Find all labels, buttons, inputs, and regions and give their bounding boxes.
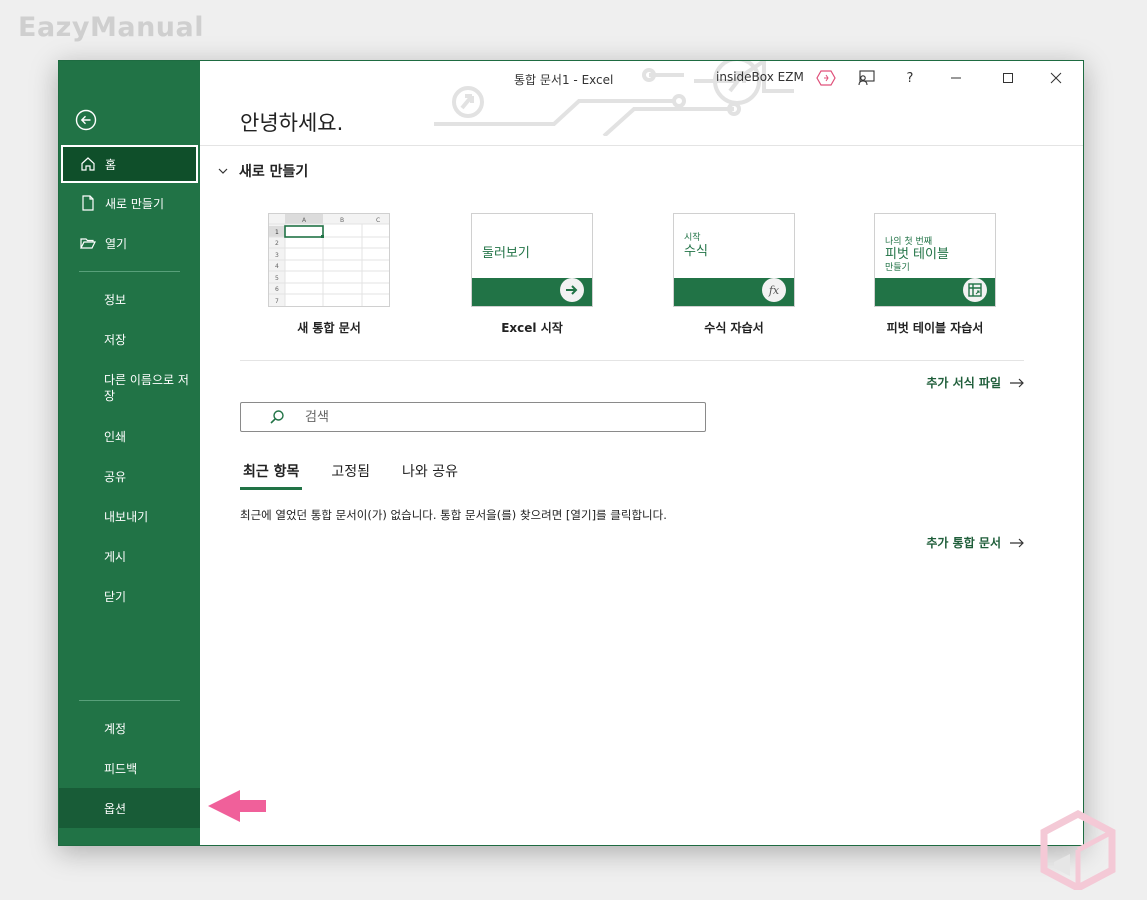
content-divider — [240, 360, 1024, 361]
sidebar-item-new[interactable]: 새로 만들기 — [59, 184, 200, 222]
fx-icon: fx — [762, 278, 786, 302]
template-excel-tour[interactable]: 둘러보기 Excel 시작 — [471, 213, 593, 336]
more-workbooks-label: 추가 통합 문서 — [926, 536, 1001, 550]
sidebar-label: 공유 — [104, 469, 127, 484]
sidebar-label: 홈 — [105, 157, 117, 172]
search-input[interactable] — [303, 408, 705, 426]
svg-text:C: C — [376, 217, 380, 224]
template-pivot-tutorial[interactable]: 나의 첫 번째 피벗 테이블 만들기 피벗 테이블 자습서 — [874, 213, 996, 336]
sidebar-label: 내보내기 — [104, 509, 149, 524]
svg-text:3: 3 — [275, 252, 279, 259]
tab-shared-with-me[interactable]: 나와 공유 — [399, 461, 461, 490]
template-label: 피벗 테이블 자습서 — [886, 321, 984, 335]
sidebar-label: 피드백 — [104, 761, 138, 776]
minimize-button[interactable] — [943, 67, 969, 89]
pivot-tutorial-thumbnail: 나의 첫 번째 피벗 테이블 만들기 — [874, 213, 996, 307]
sidebar-label: 저장 — [104, 332, 127, 347]
sidebar-label: 다른 이름으로 저장 — [104, 373, 189, 403]
file-tabs: 최근 항목 고정됨 나와 공유 — [240, 461, 487, 490]
back-arrow-icon[interactable] — [75, 109, 97, 131]
tab-pinned[interactable]: 고정됨 — [328, 461, 373, 490]
sidebar-label: 열기 — [105, 236, 128, 251]
watermark-logo-text: EazyManual — [18, 12, 204, 43]
sidebar-label: 계정 — [104, 721, 127, 736]
sidebar-label: 옵션 — [104, 801, 127, 816]
sidebar-item-save[interactable]: 저장 — [59, 320, 200, 358]
maximize-button[interactable] — [995, 67, 1021, 89]
sidebar-item-save-as[interactable]: 다른 이름으로 저장 — [59, 372, 200, 412]
home-icon — [79, 155, 97, 173]
sidebar-item-close[interactable]: 닫기 — [59, 577, 200, 615]
blank-workbook-thumbnail: ABC 123 4567 — [268, 213, 390, 307]
template-label: 새 통합 문서 — [297, 321, 361, 335]
svg-text:1: 1 — [275, 229, 279, 236]
feedback-person-icon[interactable] — [853, 67, 879, 89]
sidebar-item-feedback[interactable]: 피드백 — [59, 749, 200, 787]
sidebar-item-print[interactable]: 인쇄 — [59, 417, 200, 455]
sidebar-item-home[interactable]: 홈 — [61, 145, 198, 183]
template-label: Excel 시작 — [501, 321, 563, 335]
chevron-down-icon — [217, 165, 229, 177]
title-bar: 통합 문서1 - Excel insideBox EZM ? — [200, 61, 1083, 95]
sidebar-item-open[interactable]: 열기 — [59, 224, 200, 262]
sidebar-label: 게시 — [104, 549, 127, 564]
help-button[interactable]: ? — [897, 67, 923, 89]
tab-recent[interactable]: 최근 항목 — [240, 461, 303, 490]
sidebar-item-publish[interactable]: 게시 — [59, 537, 200, 575]
template-label: 수식 자습서 — [704, 321, 764, 335]
sidebar-divider — [79, 700, 180, 701]
svg-text:5: 5 — [275, 275, 279, 282]
search-icon — [269, 409, 285, 425]
folder-open-icon — [79, 234, 97, 252]
excel-backstage-window: 홈 새로 만들기 열기 정보 저장 다른 이름으로 저장 인쇄 공유 내보내기 … — [58, 60, 1084, 846]
cube-logo-icon — [1040, 810, 1116, 890]
svg-text:4: 4 — [275, 263, 279, 270]
sidebar-divider — [79, 271, 180, 272]
close-window-button[interactable] — [1043, 67, 1069, 89]
document-title: 통합 문서1 - Excel — [514, 73, 614, 87]
search-box[interactable] — [240, 402, 706, 432]
sidebar-label: 정보 — [104, 292, 127, 307]
more-workbooks-link[interactable]: 추가 통합 문서 — [926, 534, 1025, 551]
template-blank-workbook[interactable]: ABC 123 4567 새 통합 문서 — [268, 213, 390, 336]
excel-tour-thumbnail: 둘러보기 — [471, 213, 593, 307]
sidebar-item-options[interactable]: 옵션 — [59, 788, 200, 828]
svg-text:6: 6 — [275, 286, 279, 293]
user-name[interactable]: insideBox EZM — [716, 70, 804, 84]
sidebar-item-share[interactable]: 공유 — [59, 457, 200, 495]
new-section-toggle[interactable]: 새로 만들기 — [217, 161, 308, 181]
premium-diamond-icon[interactable] — [813, 67, 839, 89]
thumbnail-text: 둘러보기 — [482, 246, 530, 261]
more-templates-link[interactable]: 추가 서식 파일 — [926, 374, 1025, 391]
section-title: 새로 만들기 — [239, 164, 309, 180]
thumbnail-big-text: 수식 — [684, 244, 708, 259]
backstage-sidebar: 홈 새로 만들기 열기 정보 저장 다른 이름으로 저장 인쇄 공유 내보내기 … — [59, 61, 200, 845]
sidebar-item-export[interactable]: 내보내기 — [59, 497, 200, 535]
svg-text:7: 7 — [275, 298, 279, 305]
sidebar-item-account[interactable]: 계정 — [59, 709, 200, 747]
sidebar-label: 새로 만들기 — [105, 196, 165, 211]
header-divider — [200, 145, 1083, 146]
arrow-right-icon — [560, 278, 584, 302]
sidebar-label: 닫기 — [104, 589, 127, 604]
annotation-arrow-icon — [208, 790, 266, 822]
sidebar-item-info[interactable]: 정보 — [59, 280, 200, 318]
template-formula-tutorial[interactable]: 시작 수식 fx 수식 자습서 — [673, 213, 795, 336]
formula-tutorial-thumbnail: 시작 수식 fx — [673, 213, 795, 307]
sidebar-label: 인쇄 — [104, 429, 127, 444]
arrow-right-icon — [1009, 377, 1025, 389]
svg-text:B: B — [340, 217, 344, 224]
new-document-icon — [79, 194, 97, 212]
greeting-heading: 안녕하세요. — [240, 111, 344, 135]
pivot-table-icon — [963, 278, 987, 302]
arrow-right-icon — [1009, 537, 1025, 549]
empty-recent-message: 최근에 열었던 통합 문서이(가) 없습니다. 통합 문서을(를) 찾으려면 [… — [240, 508, 667, 522]
thumbnail-sub-text: 만들기 — [885, 263, 910, 273]
svg-text:2: 2 — [275, 240, 279, 247]
more-templates-label: 추가 서식 파일 — [926, 376, 1001, 390]
